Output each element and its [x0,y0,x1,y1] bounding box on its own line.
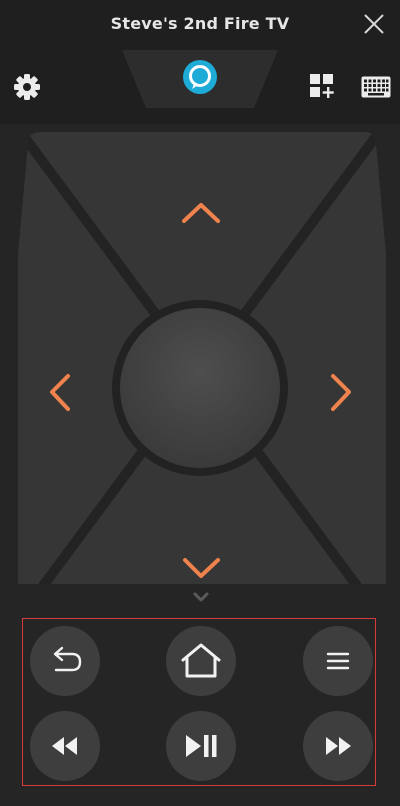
dpad [0,124,400,603]
device-title: Steve's 2nd Fire TV [110,14,290,33]
back-arrow-icon [53,646,82,672]
small-chevron-down-icon [193,592,209,602]
keyboard-icon [361,76,391,98]
title-bar: Steve's 2nd Fire TV [0,0,400,50]
apps-button[interactable] [308,72,336,100]
hamburger-menu-icon [326,652,350,670]
remote-app: Steve's 2nd Fire TV [0,0,400,806]
collapse-chevron[interactable] [190,590,212,604]
back-button[interactable] [30,626,100,696]
dpad-select-button[interactable] [112,300,288,476]
home-button[interactable] [166,626,236,696]
rewind-button[interactable] [30,711,100,781]
home-icon [181,643,221,678]
keyboard-button[interactable] [361,76,391,98]
alexa-ring-icon [183,60,217,94]
media-controls-panel [22,618,376,786]
apps-grid-plus-icon [310,74,334,98]
fast-forward-button[interactable] [303,711,373,781]
menu-button[interactable] [303,626,373,696]
settings-button[interactable] [12,72,42,102]
rewind-icon [52,737,77,755]
close-icon [364,14,384,34]
alexa-button[interactable] [122,50,278,110]
play-pause-icon [186,735,217,757]
gear-icon [14,74,40,100]
fast-forward-icon [326,737,351,755]
close-button[interactable] [360,10,388,38]
play-pause-button[interactable] [166,711,236,781]
